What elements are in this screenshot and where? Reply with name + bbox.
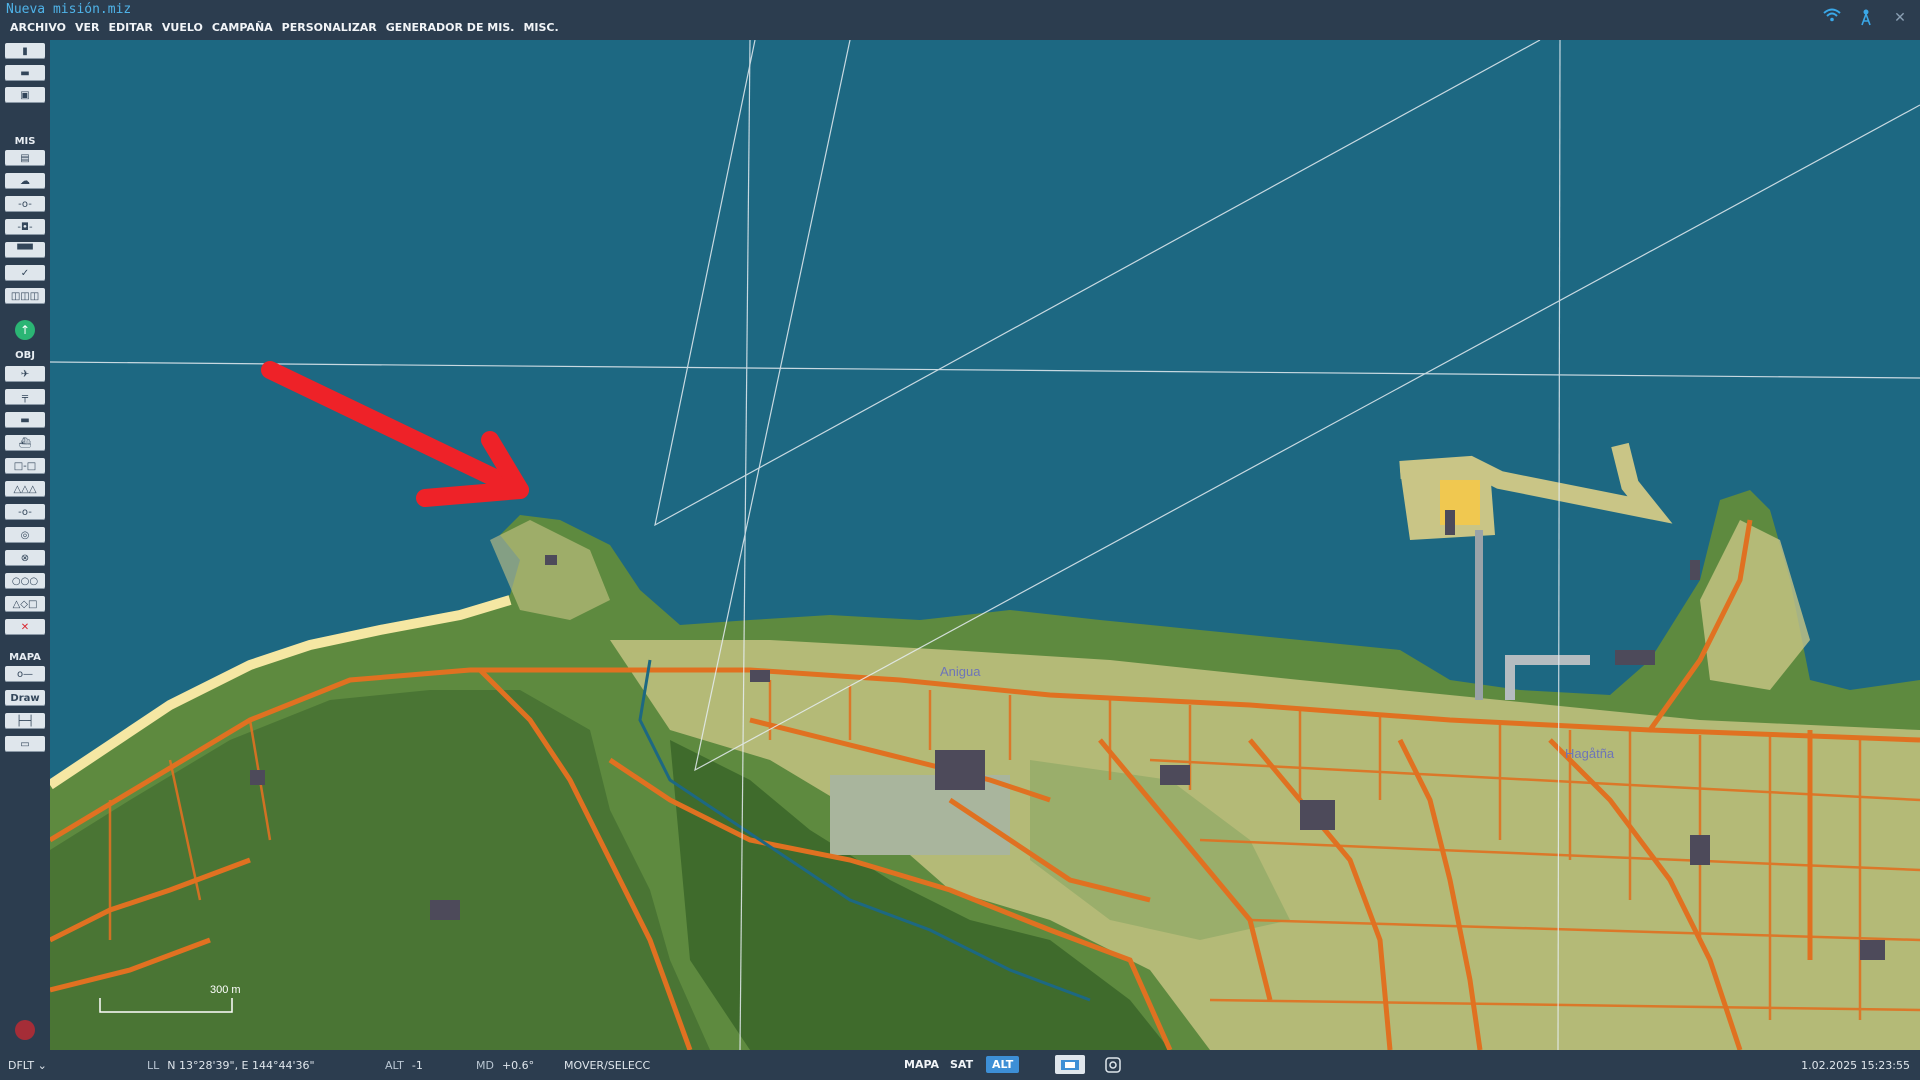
chevron-down-icon: ⌄ <box>37 1059 47 1072</box>
menu-editar[interactable]: EDITAR <box>105 21 158 34</box>
profile-dropdown[interactable]: DFLT ⌄ <box>8 1059 47 1072</box>
map-view[interactable]: Anigua Hagåtña 300 m <box>50 40 1920 1050</box>
draw-button[interactable]: Draw <box>5 690 45 706</box>
pier <box>1475 530 1483 700</box>
ruler-icon[interactable]: ├─┤ <box>5 713 45 729</box>
up-arrow-icon[interactable]: ↑ <box>15 320 35 340</box>
md-value: +0.6° <box>501 1059 535 1072</box>
aircraft-group-icon[interactable]: -o- <box>5 196 45 212</box>
section-label-mis: MIS <box>14 136 36 147</box>
triggers-icon[interactable]: ◫◫◫ <box>5 288 45 304</box>
view-sat-button[interactable]: SAT <box>944 1056 979 1073</box>
delete-icon[interactable]: ✕ <box>5 619 45 635</box>
menu-archivo[interactable]: ARCHIVO <box>6 21 71 34</box>
shapes-icon[interactable]: △◇□ <box>5 596 45 612</box>
mode-readout: MOVER/SELECC <box>564 1059 651 1072</box>
layers-icon[interactable] <box>1055 1055 1085 1074</box>
status-bar: DFLT ⌄ LL N 13°28'39", E 144°44'36" ALT -1… <box>0 1050 1920 1080</box>
ship-icon[interactable]: ⛴ <box>5 435 45 451</box>
window-title: Nueva misión.miz <box>6 2 132 17</box>
alt-readout: ALT -1 <box>385 1059 423 1072</box>
alt-value: -1 <box>411 1059 423 1072</box>
menu-generador[interactable]: GENERADOR DE MIS. <box>382 21 520 34</box>
town-label-anigua: Anigua <box>940 664 981 679</box>
coords-readout: LL N 13°28'39", E 144°44'36" <box>147 1059 315 1072</box>
coords-label: LL <box>147 1059 160 1072</box>
briefing-icon[interactable]: ▤ <box>5 150 45 166</box>
menu-misc[interactable]: MISC. <box>519 21 563 34</box>
coords-value: N 13°28'39", E 144°44'36" <box>167 1059 315 1072</box>
helicopter-icon[interactable]: ╤ <box>5 389 45 405</box>
menu-personalizar[interactable]: PERSONALIZAR <box>278 21 382 34</box>
scale-label: 300 m <box>210 984 241 996</box>
fortification-icon[interactable]: △△△ <box>5 481 45 497</box>
menu-vuelo[interactable]: VUELO <box>158 21 208 34</box>
town-label-hagatna: Hagåtña <box>1565 746 1615 761</box>
section-label-obj: OBJ <box>15 350 35 361</box>
map-canvas[interactable]: Anigua Hagåtña 300 m <box>50 40 1920 1050</box>
ground-vehicle-icon[interactable]: ▬ <box>5 412 45 428</box>
profile-value: DFLT <box>8 1059 35 1072</box>
record-icon[interactable] <box>15 1020 35 1040</box>
open-folder-icon[interactable]: ▬ <box>5 65 45 81</box>
alt-label: ALT <box>385 1059 404 1072</box>
datetime: 1.02.2025 15:23:55 <box>1801 1059 1910 1072</box>
rectangle-icon[interactable]: ▭ <box>5 736 45 752</box>
window-tray: ✕ <box>1822 8 1910 28</box>
target-icon[interactable]: ◎ <box>5 527 45 543</box>
trigger-zone-icon[interactable]: -◘- <box>5 219 45 235</box>
plane-icon[interactable]: ✈ <box>5 366 45 382</box>
static-object-icon[interactable]: □-□ <box>5 458 45 474</box>
new-file-icon[interactable]: ▮ <box>5 43 45 59</box>
md-readout: MD +0.6° <box>476 1059 534 1072</box>
left-toolbar: ▮ ▬ ▣ MIS ▤ ☁ -o- -◘- ▀▀ ✓ ◫◫◫ ↑ OBJ ✈ ╤… <box>0 40 50 1050</box>
map-key-icon[interactable]: o— <box>5 666 45 682</box>
antenna-icon[interactable] <box>1856 8 1876 28</box>
weather-icon[interactable]: ☁ <box>5 173 45 189</box>
menu-bar: ARCHIVO VER EDITAR VUELO CAMPAÑA PERSONA… <box>6 21 564 34</box>
flags-icon[interactable]: ▀▀ <box>5 242 45 258</box>
waypoint-icon[interactable]: -o- <box>5 504 45 520</box>
view-mapa-button[interactable]: MAPA <box>898 1056 945 1073</box>
md-label: MD <box>476 1059 494 1072</box>
section-label-mapa: MAPA <box>9 652 41 663</box>
check-icon[interactable]: ✓ <box>5 265 45 281</box>
menu-campana[interactable]: CAMPAÑA <box>208 21 278 34</box>
rings-icon[interactable]: ○○○ <box>5 573 45 589</box>
view-alt-button[interactable]: ALT <box>986 1056 1020 1073</box>
title-bar: Nueva misión.miz ARCHIVO VER EDITAR VUEL… <box>0 0 1920 40</box>
save-icon[interactable]: ▣ <box>5 87 45 103</box>
settings-icon[interactable] <box>1098 1055 1128 1074</box>
wifi-icon[interactable] <box>1822 8 1842 28</box>
close-icon[interactable]: ✕ <box>1890 8 1910 28</box>
zone-x-icon[interactable]: ⊗ <box>5 550 45 566</box>
menu-ver[interactable]: VER <box>71 21 105 34</box>
